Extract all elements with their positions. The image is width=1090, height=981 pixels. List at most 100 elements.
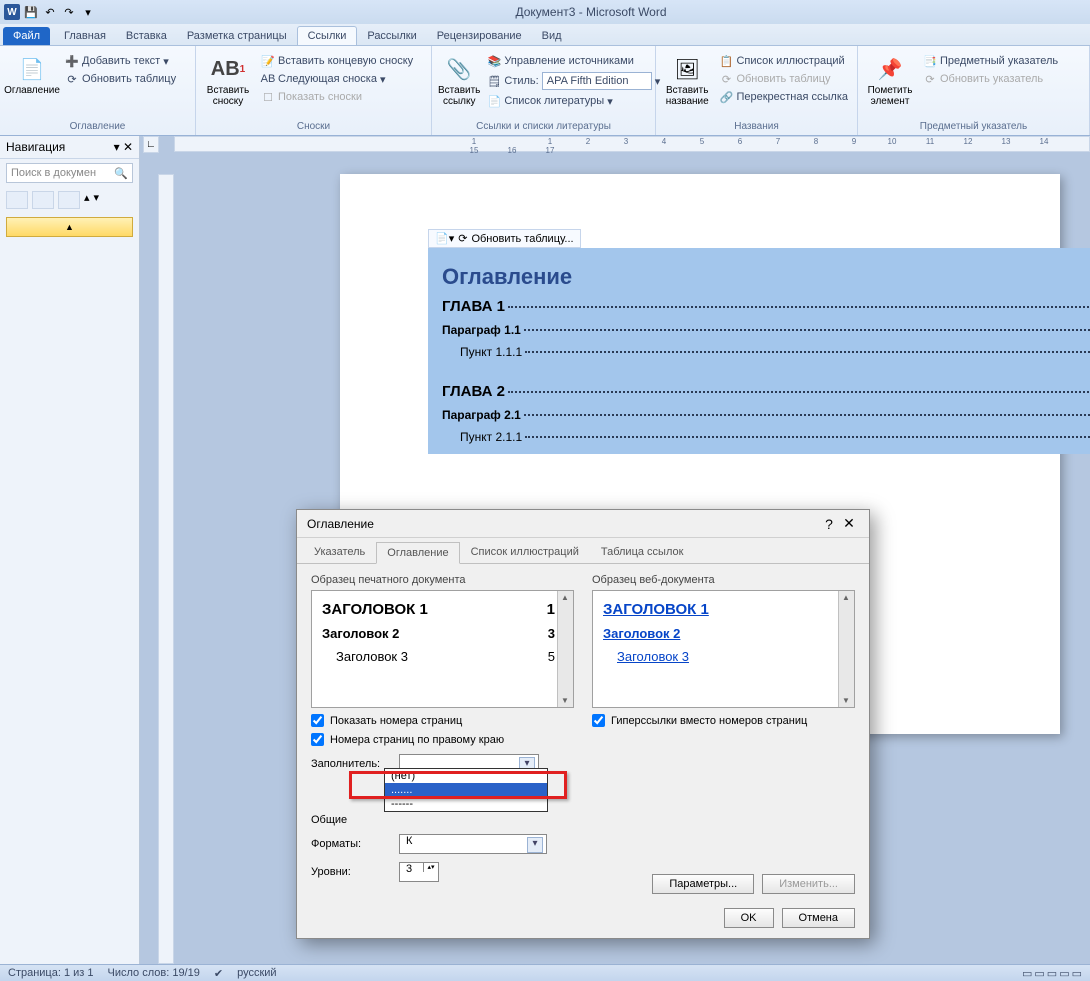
nav-menu-icon[interactable]: ▾ <box>114 140 120 154</box>
horizontal-ruler[interactable]: 11234567891011121314151617 <box>174 136 1090 152</box>
manage-sources-button[interactable]: 📚Управление источниками <box>484 53 663 69</box>
tab-view[interactable]: Вид <box>532 27 572 45</box>
insert-endnote-button[interactable]: 📝Вставить концевую сноску <box>258 53 416 69</box>
toc-row[interactable]: Параграф 2.15 <box>442 408 1090 422</box>
tab-insert[interactable]: Вставка <box>116 27 177 45</box>
web-preview-label: Образец веб-документа <box>592 574 855 586</box>
close-icon[interactable]: ✕ <box>839 515 859 532</box>
params-button[interactable]: Параметры... <box>652 874 754 894</box>
scrollbar[interactable] <box>838 591 854 707</box>
proofing-icon[interactable]: ✔ <box>214 967 223 980</box>
group-captions-label: Названия <box>662 119 851 132</box>
collapse-icon[interactable]: ▲ <box>6 217 133 237</box>
titlebar: W 💾 ↶ ↷ ▾ Документ3 - Microsoft Word <box>0 0 1090 24</box>
redo-button[interactable]: ↷ <box>61 4 77 20</box>
toc-dialog: Оглавление ? ✕ Указатель Оглавление Спис… <box>296 509 870 939</box>
nav-headings-button[interactable] <box>6 191 28 209</box>
cancel-button[interactable]: Отмена <box>782 908 855 928</box>
show-page-numbers-checkbox[interactable] <box>311 714 324 727</box>
tab-figures[interactable]: Список иллюстраций <box>460 541 590 563</box>
toc-title: Оглавление <box>442 264 572 290</box>
update-toc-button[interactable]: ⟳Обновить таблицу <box>62 71 179 87</box>
nav-next-icon[interactable]: ▾ <box>94 191 100 209</box>
toc-row[interactable]: Пункт 2.1.16 <box>442 430 1090 444</box>
nav-pages-button[interactable] <box>32 191 54 209</box>
ribbon-tabs: Файл Главная Вставка Разметка страницы С… <box>0 24 1090 46</box>
insert-index-button[interactable]: 📑Предметный указатель <box>920 53 1061 69</box>
show-footnotes-button[interactable]: ☐Показать сноски <box>258 89 416 105</box>
page-indicator[interactable]: Страница: 1 из 1 <box>8 967 94 979</box>
update-table-label[interactable]: Обновить таблицу... <box>471 233 573 245</box>
group-footnotes-label: Сноски <box>202 119 425 132</box>
filler-option-dashes[interactable]: ------ <box>385 797 547 811</box>
view-print-icon[interactable]: ▭ <box>1022 967 1032 980</box>
toc-control-icon[interactable]: 📄▾ <box>435 232 454 245</box>
toc-row[interactable]: Пункт 1.1.13 <box>442 345 1090 359</box>
style-select[interactable]: 🗒Стиль:APA Fifth Edition▾ <box>484 71 663 91</box>
insert-caption-button[interactable]: 🖼Вставить название <box>662 49 712 119</box>
levels-spinner[interactable]: 3 <box>399 862 439 882</box>
window-title: Документ3 - Microsoft Word <box>96 5 1086 19</box>
formats-combobox[interactable]: К <box>399 834 547 854</box>
general-label: Общие <box>311 814 855 826</box>
levels-label: Уровни: <box>311 866 391 878</box>
insert-footnote-button[interactable]: AB1Вставить сноску <box>202 49 254 119</box>
search-input[interactable]: Поиск в докумен🔍 <box>6 163 133 183</box>
tab-index[interactable]: Указатель <box>303 541 376 563</box>
toc-button[interactable]: 📄Оглавление <box>6 49 58 119</box>
status-bar: Страница: 1 из 1 Число слов: 19/19 ✔ рус… <box>0 964 1090 981</box>
ok-button[interactable]: OK <box>724 908 774 928</box>
cross-ref-button[interactable]: 🔗Перекрестная ссылка <box>716 89 851 105</box>
toc-row[interactable]: ГЛАВА 11 <box>442 298 1090 315</box>
tab-authorities[interactable]: Таблица ссылок <box>590 541 695 563</box>
group-index-label: Предметный указатель <box>864 119 1083 132</box>
nav-title: Навигация <box>6 140 65 154</box>
toc-row[interactable]: Параграф 1.12 <box>442 323 1090 337</box>
vertical-ruler[interactable] <box>158 174 174 964</box>
scrollbar[interactable] <box>557 591 573 707</box>
right-align-checkbox[interactable] <box>311 733 324 746</box>
help-icon[interactable]: ? <box>819 516 839 532</box>
language-indicator[interactable]: русский <box>237 967 276 979</box>
view-read-icon[interactable]: ▭ <box>1034 967 1044 980</box>
toc-selection[interactable]: Оглавление ГЛАВА 11 Параграф 1.12 Пункт 1.… <box>428 248 1090 454</box>
tab-review[interactable]: Рецензирование <box>427 27 532 45</box>
view-outline-icon[interactable]: ▭ <box>1059 967 1069 980</box>
qat-more-button[interactable]: ▾ <box>80 4 96 20</box>
undo-button[interactable]: ↶ <box>42 4 58 20</box>
hyperlinks-checkbox[interactable] <box>592 714 605 727</box>
update-table-icon[interactable]: ⟳ <box>458 232 467 245</box>
table-of-figures-button[interactable]: 📋Список иллюстраций <box>716 53 851 69</box>
tab-references[interactable]: Ссылки <box>297 26 358 45</box>
nav-prev-icon[interactable]: ▴ <box>84 191 90 209</box>
update-index-button[interactable]: ⟳Обновить указатель <box>920 71 1061 87</box>
modify-button[interactable]: Изменить... <box>762 874 855 894</box>
toc-row[interactable]: ГЛАВА 24 <box>442 383 1090 400</box>
nav-results-button[interactable] <box>58 191 80 209</box>
tab-mailings[interactable]: Рассылки <box>357 27 426 45</box>
add-text-button[interactable]: ➕Добавить текст▾ <box>62 53 179 69</box>
bibliography-button[interactable]: 📄Список литературы▾ <box>484 93 663 109</box>
tab-selector-icon[interactable]: ∟ <box>143 136 159 153</box>
word-icon: W <box>4 4 20 20</box>
navigation-pane: Навигация ▾ ✕ Поиск в докумен🔍 ▴ ▾ ▲ <box>0 136 140 964</box>
formats-label: Форматы: <box>311 838 391 850</box>
nav-close-icon[interactable]: ✕ <box>123 140 133 154</box>
word-count[interactable]: Число слов: 19/19 <box>108 967 200 979</box>
next-footnote-button[interactable]: ABСледующая сноска▾ <box>258 71 416 87</box>
insert-citation-button[interactable]: 📎Вставить ссылку <box>438 49 480 119</box>
view-draft-icon[interactable]: ▭ <box>1072 967 1082 980</box>
ribbon: 📄Оглавление ➕Добавить текст▾ ⟳Обновить т… <box>0 46 1090 136</box>
mark-entry-button[interactable]: 📌Пометить элемент <box>864 49 916 119</box>
highlight-frame <box>349 771 567 799</box>
tab-toc[interactable]: Оглавление <box>376 542 459 564</box>
tab-layout[interactable]: Разметка страницы <box>177 27 297 45</box>
update-tof-button[interactable]: ⟳Обновить таблицу <box>716 71 851 87</box>
tab-home[interactable]: Главная <box>54 27 116 45</box>
print-preview-label: Образец печатного документа <box>311 574 574 586</box>
view-web-icon[interactable]: ▭ <box>1047 967 1057 980</box>
tab-file[interactable]: Файл <box>3 27 50 45</box>
group-citations-label: Ссылки и списки литературы <box>438 119 649 132</box>
dialog-title: Оглавление <box>307 517 374 531</box>
save-button[interactable]: 💾 <box>23 4 39 20</box>
